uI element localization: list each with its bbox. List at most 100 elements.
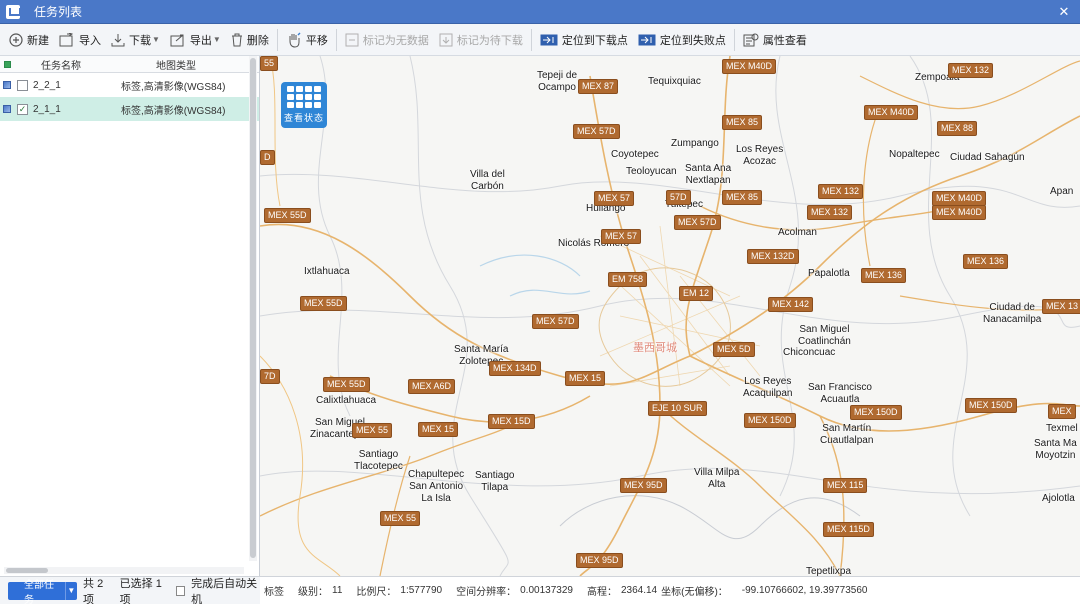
properties-icon: [743, 33, 759, 46]
layer-name: 标签: [264, 587, 284, 598]
map-place-label: Ixtlahuaca: [304, 266, 350, 277]
new-button[interactable]: 新建: [4, 27, 54, 53]
vertical-scrollbar[interactable]: [249, 56, 257, 561]
map-view[interactable]: Tepeji de Ocampo Tequixquiac Zumpango Coyote…: [260, 56, 1080, 576]
road-shield: MEX 55D: [300, 296, 347, 311]
plus-circle-icon: [9, 32, 23, 47]
column-header-name[interactable]: 任务名称: [11, 57, 111, 72]
toolbar-divider: [276, 28, 278, 51]
task-icon: [3, 105, 11, 113]
mark-no-data-button[interactable]: 标记为无数据: [340, 27, 434, 53]
export-button[interactable]: 导出 ▼: [165, 27, 226, 53]
export-icon: [170, 34, 184, 46]
road-shield: MEX 55D: [323, 377, 370, 392]
road-shield: MEX 85: [722, 190, 763, 205]
import-button[interactable]: 导入: [54, 27, 106, 53]
task-table-header: 任务名称 地图类型: [0, 56, 259, 73]
locate-failed-button[interactable]: 定位到失败点: [633, 27, 731, 53]
road-shield: MEX M40D: [864, 105, 919, 120]
road-shield: MEX 55: [380, 511, 421, 526]
map-place-label: Los Reyes Acaquilpan: [743, 376, 793, 399]
map-place-label: Chapultepec San Antonio La Isla: [408, 469, 465, 504]
export-dropdown-icon[interactable]: ▼: [213, 35, 221, 44]
map-place-label: Santa Ma Moyotzin: [1034, 438, 1077, 461]
road-shield: D: [260, 150, 275, 165]
chevron-down-icon[interactable]: ▼: [64, 581, 77, 600]
road-shield: MEX 115: [823, 478, 868, 493]
close-button[interactable]: ✕: [1048, 0, 1080, 24]
road-shield: MEX 5D: [713, 342, 755, 357]
scale-value: 1:577790: [400, 585, 443, 596]
road-shield: MEX M40D: [932, 191, 987, 206]
map-place-label: San Francisco Acuautla: [808, 382, 872, 405]
task-icon: [3, 81, 11, 89]
road-shield: MEX 136: [861, 268, 907, 283]
selected-count: 已选择 1 项: [119, 577, 162, 604]
locate-download-button[interactable]: 定位到下载点: [535, 27, 633, 53]
road-shield: MEX 115D: [823, 522, 874, 537]
road-shield: MEX 132: [948, 63, 994, 78]
scroll-thumb[interactable]: [6, 568, 48, 573]
road-shield: MEX 15: [418, 422, 459, 437]
select-all-checkbox[interactable]: [4, 60, 11, 68]
road-shield: MEX 15D: [488, 414, 535, 429]
view-status-button[interactable]: 查看状态: [281, 82, 327, 128]
horizontal-scrollbar[interactable]: [4, 567, 244, 574]
delete-label: 删除: [246, 34, 269, 47]
map-place-label: Zumpango: [671, 138, 719, 149]
task-name: 2_2_1: [33, 79, 61, 91]
download-dropdown-icon[interactable]: ▼: [152, 35, 160, 44]
properties-button[interactable]: 属性查看: [738, 27, 812, 53]
auto-shutdown-label: 完成后自动关机: [191, 577, 258, 604]
map-place-label: Apan: [1050, 186, 1074, 197]
level-value: 11: [332, 585, 343, 596]
map-place-label: Ciudad de Nanacamilpa: [983, 302, 1042, 325]
export-label: 导出: [189, 34, 212, 47]
row-checkbox[interactable]: ✓: [17, 103, 28, 115]
road-shield: MEX 55: [352, 423, 393, 438]
column-header-map-type[interactable]: 地图类型: [111, 57, 241, 72]
pan-button[interactable]: 平移: [281, 27, 333, 53]
table-row[interactable]: ✓ 2_1_1 标签,高清影像(WGS84): [0, 97, 259, 121]
map-place-label: Santiago Tilapa: [475, 470, 515, 493]
mark-pending-button[interactable]: 标记为待下载: [434, 27, 528, 53]
road-shield: MEX 132: [818, 184, 864, 199]
resolution-label: 空间分辨率：: [456, 587, 517, 598]
road-shield: EJE 10 SUR: [648, 401, 707, 416]
status-bar: 标签 级别： 11 比例尺： 1:577790 空间分辨率： 0.00137329 高…: [260, 576, 1080, 604]
road-shield: MEX 88: [937, 121, 978, 136]
map-place-label: Coyotepec: [611, 149, 659, 160]
road-shield: MEX 150D: [850, 405, 902, 420]
map-place-label: San Martín Cuautlalpan: [820, 423, 874, 446]
scroll-thumb[interactable]: [250, 58, 256, 558]
road-shield: MEX 55D: [264, 208, 311, 223]
road-shield: MEX A6D: [408, 379, 456, 394]
road-shield: MEX 136: [963, 254, 1009, 269]
resolution-value: 0.00137329: [520, 585, 573, 596]
row-checkbox[interactable]: [17, 79, 28, 91]
road-shield: MEX 85: [722, 115, 763, 130]
all-tasks-dropdown[interactable]: 全部任务 ▼: [8, 580, 78, 604]
road-shield: MEX 132: [807, 205, 853, 220]
mark-pending-icon: [439, 33, 453, 46]
map-place-label: Tepetlixpa: [806, 566, 852, 576]
table-row[interactable]: 2_2_1 标签,高清影像(WGS84): [0, 73, 259, 97]
road-shield: MEX 57: [594, 191, 635, 206]
elevation-value: 2364.14: [620, 585, 658, 596]
mark-no-data-label: 标记为无数据: [362, 34, 429, 47]
download-label: 下载: [129, 34, 151, 47]
road-shield: MEX 15: [565, 371, 606, 386]
map-place-label: San Miguel Coatlinchán: [798, 324, 851, 347]
road-shield: MEX 57D: [532, 314, 579, 329]
download-button[interactable]: 下载 ▼: [106, 27, 165, 53]
app-icon: [6, 4, 21, 19]
task-map-type: 标签,高清影像(WGS84): [121, 105, 226, 117]
auto-shutdown-checkbox[interactable]: [175, 585, 186, 596]
map-place-label: Ciudad Sahagún: [950, 152, 1025, 163]
road-shield: MEX 132D: [747, 249, 799, 264]
window-title: 任务列表: [34, 5, 83, 19]
map-place-label: Calixtlahuaca: [316, 395, 377, 406]
delete-button[interactable]: 删除: [226, 27, 274, 53]
hand-icon: [289, 32, 301, 48]
map-place-label: Tequixquiac: [648, 76, 701, 87]
